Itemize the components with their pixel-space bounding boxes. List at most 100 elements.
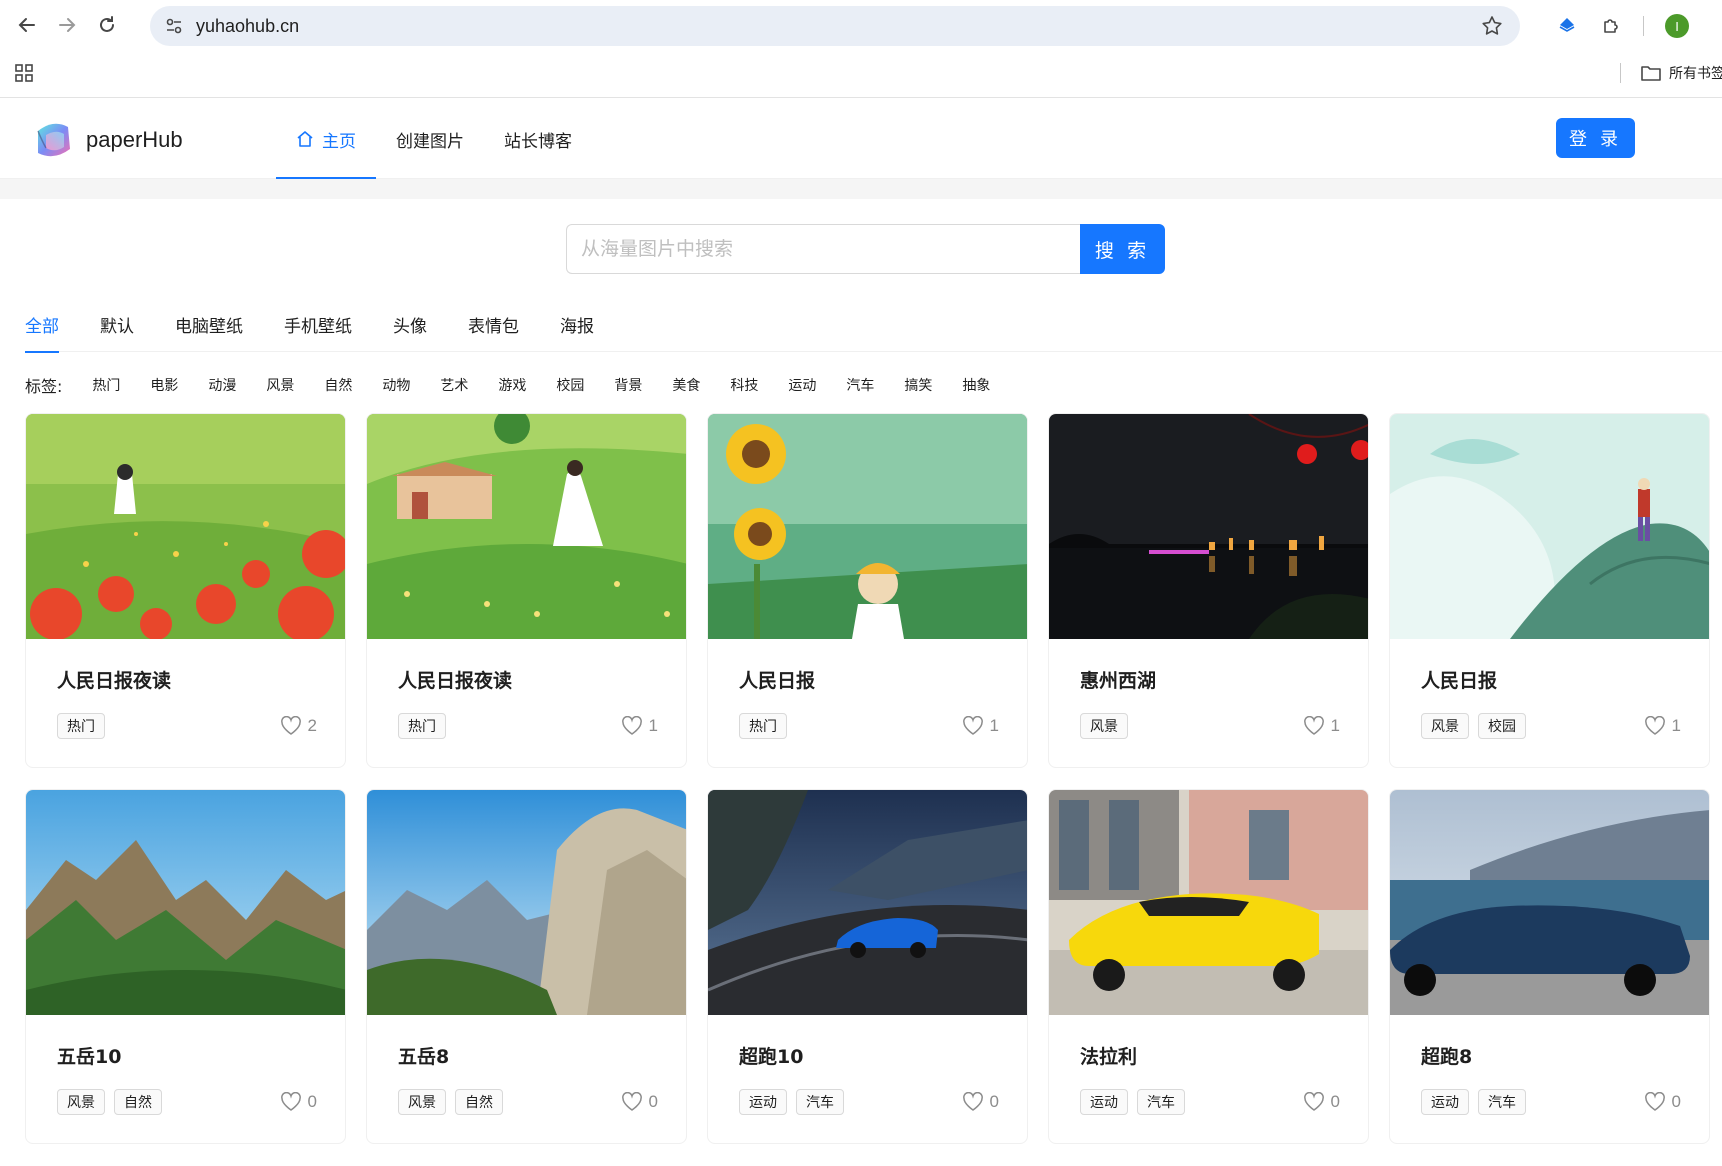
like-count: 0 [1330,1092,1340,1111]
card-tag[interactable]: 热门 [398,713,446,739]
tag-funny[interactable]: 搞笑 [904,375,932,395]
site-header: paperHub 主页 创建图片 站长博客 登 录 [0,99,1722,179]
tab-phone-wallpaper[interactable]: 手机壁纸 [284,300,352,352]
image-card[interactable]: 惠州西湖 风景 1 [1048,413,1369,768]
tag-art[interactable]: 艺术 [440,375,468,395]
card-tag[interactable]: 汽车 [1137,1089,1185,1115]
image-card[interactable]: 人民日报 风景 校园 1 [1389,413,1710,768]
site-info-icon[interactable] [164,16,184,36]
image-card[interactable]: 五岳8 风景 自然 0 [366,789,687,1144]
apps-grid-icon[interactable] [14,63,34,83]
nav-blog[interactable]: 站长博客 [484,99,592,179]
all-bookmarks-folder[interactable]: 所有书签 [1641,63,1722,83]
nav-create-image-label: 创建图片 [396,131,464,152]
toolbar-divider [1643,16,1644,36]
tag-abstract[interactable]: 抽象 [962,375,990,395]
nav-blog-label: 站长博客 [504,131,572,152]
card-tag[interactable]: 风景 [1421,713,1469,739]
like-button[interactable]: 0 [280,1092,317,1112]
card-tag[interactable]: 风景 [398,1089,446,1115]
card-image [26,414,345,639]
card-tag[interactable]: 运动 [1080,1089,1128,1115]
tag-scenery[interactable]: 风景 [266,375,294,395]
card-tag[interactable]: 自然 [114,1089,162,1115]
card-tag[interactable]: 汽车 [1478,1089,1526,1115]
image-card[interactable]: 人民日报 热门 1 [707,413,1028,768]
bookmark-star-icon[interactable] [1480,14,1504,38]
nav-home[interactable]: 主页 [276,99,376,179]
tag-background[interactable]: 背景 [614,375,642,395]
tag-filter-row: 标签: 热门 电影 动漫 风景 自然 动物 艺术 游戏 校园 背景 美食 科技 … [25,372,1020,398]
like-button[interactable]: 1 [962,716,999,736]
tab-avatar[interactable]: 头像 [393,300,427,352]
heart-icon [1303,1092,1324,1111]
tab-default[interactable]: 默认 [100,300,134,352]
card-title: 人民日报夜读 [398,670,513,692]
tag-campus[interactable]: 校园 [556,375,584,395]
search-input[interactable] [566,224,1081,274]
back-arrow-icon[interactable] [14,12,40,38]
url-text: yuhaohub.cn [196,16,300,36]
like-button[interactable]: 1 [621,716,658,736]
like-button[interactable]: 0 [962,1092,999,1112]
card-tags: 热门 [57,713,105,739]
tag-animal[interactable]: 动物 [382,375,410,395]
card-tags: 风景 [1080,713,1128,739]
profile-avatar[interactable]: I [1665,14,1689,38]
heart-icon [1303,716,1324,735]
extension-icon[interactable] [1554,12,1580,40]
tag-food[interactable]: 美食 [672,375,700,395]
card-title: 惠州西湖 [1080,670,1157,692]
card-title: 五岳8 [398,1046,450,1068]
card-tag[interactable]: 风景 [57,1089,105,1115]
card-tags: 运动 汽车 [1421,1089,1526,1115]
address-bar[interactable]: yuhaohub.cn [150,6,1520,46]
tag-tech[interactable]: 科技 [730,375,758,395]
card-tag[interactable]: 热门 [739,713,787,739]
like-button[interactable]: 0 [621,1092,658,1112]
tab-desktop-wallpaper[interactable]: 电脑壁纸 [175,300,243,352]
tab-stickers[interactable]: 表情包 [468,300,519,352]
card-image [367,414,686,639]
card-tag[interactable]: 风景 [1080,713,1128,739]
image-card[interactable]: 五岳10 风景 自然 0 [25,789,346,1144]
like-button[interactable]: 1 [1303,716,1340,736]
tag-car[interactable]: 汽车 [846,375,874,395]
card-tags: 风景 自然 [57,1089,162,1115]
card-tag[interactable]: 汽车 [796,1089,844,1115]
image-card[interactable]: 人民日报夜读 热门 2 [25,413,346,768]
reload-icon[interactable] [94,12,120,38]
tag-anime[interactable]: 动漫 [208,375,236,395]
forward-arrow-icon[interactable] [54,12,80,38]
card-title: 五岳10 [57,1046,122,1068]
like-button[interactable]: 1 [1644,716,1681,736]
like-button[interactable]: 0 [1303,1092,1340,1112]
card-image [1049,790,1368,1015]
card-image [367,790,686,1015]
image-card[interactable]: 超跑10 运动 汽车 0 [707,789,1028,1144]
image-card[interactable]: 超跑8 运动 汽车 0 [1389,789,1710,1144]
nav-create-image[interactable]: 创建图片 [376,99,484,179]
card-tag[interactable]: 运动 [739,1089,787,1115]
site-logo[interactable]: paperHub [30,117,183,163]
puzzle-icon[interactable] [1598,12,1624,40]
image-card[interactable]: 法拉利 运动 汽车 0 [1048,789,1369,1144]
tag-hot[interactable]: 热门 [92,375,120,395]
card-tags: 热门 [398,713,446,739]
tag-movie[interactable]: 电影 [150,375,178,395]
image-card[interactable]: 人民日报夜读 热门 1 [366,413,687,768]
like-button[interactable]: 2 [280,716,317,736]
tag-nature[interactable]: 自然 [324,375,352,395]
card-tags: 风景 校园 [1421,713,1526,739]
card-tag[interactable]: 校园 [1478,713,1526,739]
tag-sport[interactable]: 运动 [788,375,816,395]
tag-game[interactable]: 游戏 [498,375,526,395]
card-tag[interactable]: 自然 [455,1089,503,1115]
like-button[interactable]: 0 [1644,1092,1681,1112]
card-tag[interactable]: 热门 [57,713,105,739]
search-button[interactable]: 搜 索 [1080,224,1165,274]
tab-all[interactable]: 全部 [25,300,59,353]
login-button[interactable]: 登 录 [1556,118,1635,158]
card-tag[interactable]: 运动 [1421,1089,1469,1115]
tab-poster[interactable]: 海报 [560,300,594,352]
